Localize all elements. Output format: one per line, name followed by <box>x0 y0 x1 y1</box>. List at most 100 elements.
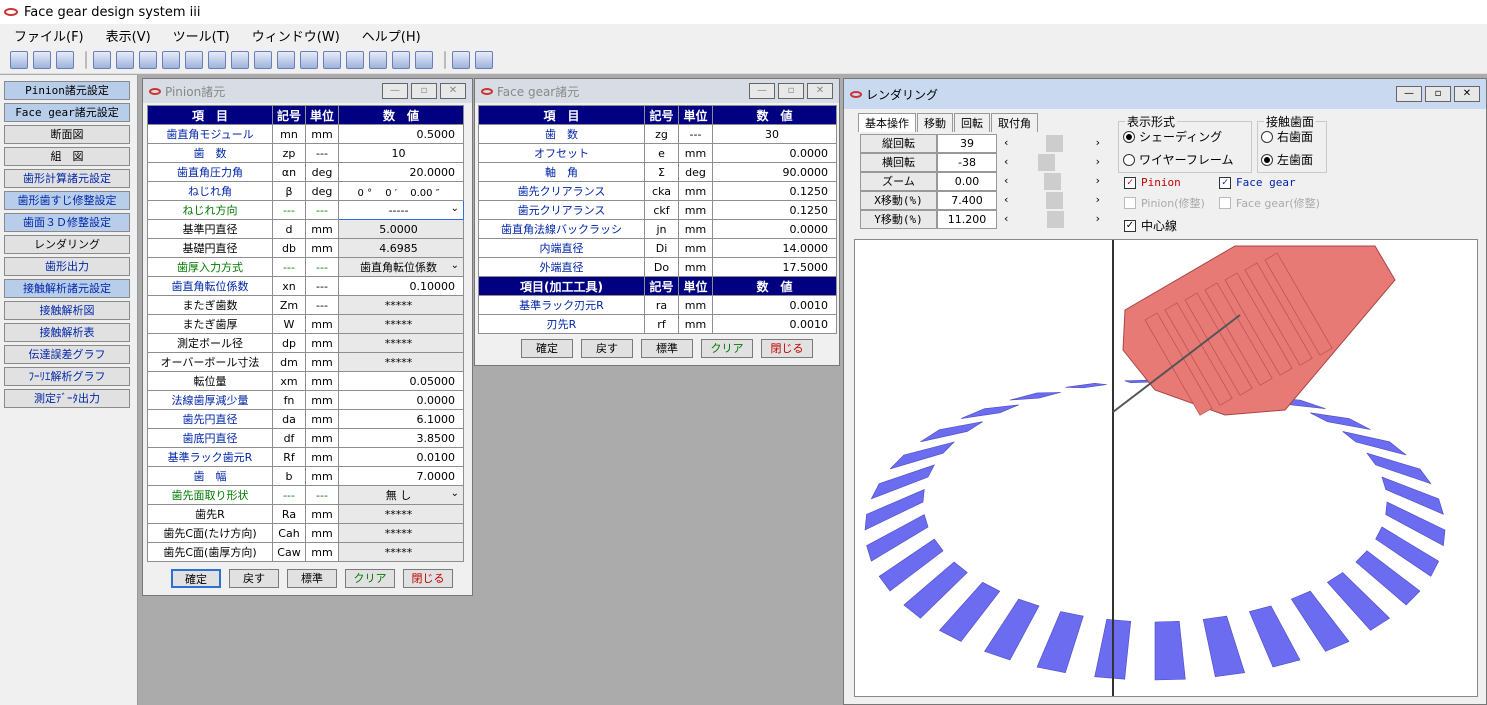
slider-thumb[interactable] <box>1047 211 1064 228</box>
tab-basic[interactable]: 基本操作 <box>858 113 916 132</box>
facegear-teeth-input[interactable]: 30 <box>712 124 837 144</box>
offset-input[interactable]: 0.0000 <box>712 143 837 163</box>
outer-diameter-input[interactable]: 17.5000 <box>712 257 837 277</box>
maximize-icon[interactable]: ▫ <box>778 83 804 99</box>
confirm-button[interactable]: 確定 <box>171 569 221 588</box>
open-folder-icon[interactable] <box>33 50 51 69</box>
menu-help[interactable]: ヘルプ(H) <box>362 26 421 45</box>
render-icon[interactable] <box>254 50 272 69</box>
contact-map-icon[interactable] <box>323 50 341 69</box>
rack-root-radius-input[interactable]: 0.0100 <box>338 447 464 467</box>
left-face-radio[interactable] <box>1261 153 1273 166</box>
zoom-input[interactable]: 0.00 <box>937 172 997 191</box>
close-button[interactable]: 閉じる <box>403 569 453 588</box>
standard-button[interactable]: 標準 <box>641 339 693 358</box>
x-move-slider[interactable]: ‹ › <box>1000 192 1104 209</box>
tab-mount-angle[interactable]: 取付角 <box>991 113 1038 132</box>
shift-coefficient-input[interactable]: 0.10000 <box>338 276 464 296</box>
shaft-angle-input[interactable]: 90.0000 <box>712 162 837 182</box>
sidebar-item-facegear-spec[interactable]: Face gear諸元設定 <box>4 103 130 122</box>
arrow-right-icon[interactable]: › <box>1096 193 1100 206</box>
shift-amount-input[interactable]: 0.05000 <box>338 371 464 391</box>
inner-diameter-input[interactable]: 14.0000 <box>712 238 837 258</box>
arrow-right-icon[interactable]: › <box>1096 212 1100 225</box>
assembly-view-icon[interactable] <box>162 50 180 69</box>
revert-button[interactable]: 戻す <box>581 339 633 358</box>
sidebar-item-render[interactable]: レンダリング <box>4 235 130 254</box>
sidebar-item-section[interactable]: 断面図 <box>4 125 130 144</box>
arrow-left-icon[interactable]: ‹ <box>1004 155 1008 168</box>
chamfer-shape-select[interactable]: 無 し ⌄ <box>338 485 464 505</box>
pressure-angle-input[interactable]: 20.0000 <box>338 162 464 182</box>
horizontal-rotation-slider[interactable]: ‹ › <box>1000 154 1104 171</box>
arrow-left-icon[interactable]: ‹ <box>1004 136 1008 149</box>
vertical-rotation-input[interactable]: 39 <box>937 134 997 153</box>
wireframe-radio[interactable] <box>1123 153 1135 166</box>
pinion-checkbox[interactable]: ✓ <box>1124 176 1136 189</box>
pinion-mod-checkbox[interactable] <box>1124 197 1136 209</box>
sidebar-item-assembly[interactable]: 組 図 <box>4 147 130 166</box>
clear-button[interactable]: クリア <box>701 339 753 358</box>
left-face-option[interactable]: 左歯面 <box>1261 151 1313 168</box>
sidebar-item-tooth-modify[interactable]: 歯形歯すじ修整設定 <box>4 191 130 210</box>
close-icon[interactable]: ✕ <box>807 83 833 99</box>
contact-settings-icon[interactable] <box>300 50 318 69</box>
confirm-button[interactable]: 確定 <box>521 339 573 358</box>
wireframe-option[interactable]: ワイヤーフレーム <box>1123 151 1234 168</box>
facegear-mod-checkbox-row[interactable]: Face gear(修整) <box>1219 195 1320 211</box>
root-clearance-input[interactable]: 0.1250 <box>712 200 837 220</box>
fourier-graph-icon[interactable] <box>392 50 410 69</box>
clear-button[interactable]: クリア <box>345 569 395 588</box>
section-view-icon[interactable] <box>139 50 157 69</box>
shading-radio[interactable] <box>1123 130 1135 143</box>
teeth-input[interactable]: 10 <box>338 143 464 163</box>
sidebar-item-contact-settings[interactable]: 接触解析諸元設定 <box>4 279 130 298</box>
shading-option[interactable]: シェーディング <box>1123 128 1222 145</box>
tool-rack-root-radius-input[interactable]: 0.0010 <box>712 295 837 315</box>
maximize-icon[interactable]: ▫ <box>411 83 437 99</box>
arrow-right-icon[interactable]: › <box>1096 136 1100 149</box>
close-button[interactable]: 閉じる <box>761 339 813 358</box>
right-face-radio[interactable] <box>1261 130 1273 143</box>
sidebar-item-contact-table[interactable]: 接触解析表 <box>4 323 130 342</box>
error-graph-icon[interactable] <box>369 50 387 69</box>
sidebar-item-contact-map[interactable]: 接触解析図 <box>4 301 130 320</box>
surface-3d-icon[interactable] <box>231 50 249 69</box>
helix-angle-input[interactable]: 0 ° 0 ′ 0.00 ″ <box>338 181 464 201</box>
slider-thumb[interactable] <box>1046 192 1063 209</box>
sidebar-item-measure-output[interactable]: 測定ﾃﾞｰﾀ出力 <box>4 389 130 408</box>
helix-direction-select[interactable]: ----- ⌄ <box>338 200 464 220</box>
horizontal-rotation-input[interactable]: -38 <box>937 153 997 172</box>
arrow-left-icon[interactable]: ‹ <box>1004 212 1008 225</box>
sidebar-item-surface-3d[interactable]: 歯面３Ｄ修整設定 <box>4 213 130 232</box>
menu-file[interactable]: ファイル(F) <box>14 26 84 45</box>
menu-view[interactable]: 表示(V) <box>106 26 151 45</box>
contact-table-icon[interactable] <box>346 50 364 69</box>
close-icon[interactable]: ✕ <box>1454 86 1480 102</box>
pinion-mod-checkbox-row[interactable]: Pinion(修整) <box>1124 195 1205 211</box>
print-icon[interactable] <box>452 50 470 69</box>
vertical-rotation-slider[interactable]: ‹ › <box>1000 135 1104 152</box>
thickness-method-select[interactable]: 歯直角転位係数 ⌄ <box>338 257 464 277</box>
facegear-mod-checkbox[interactable] <box>1219 197 1231 209</box>
tip-diameter-input[interactable]: 6.1000 <box>338 409 464 429</box>
minimize-icon[interactable]: — <box>1396 86 1422 102</box>
slider-thumb[interactable] <box>1044 173 1061 190</box>
arrow-left-icon[interactable]: ‹ <box>1004 193 1008 206</box>
tab-move[interactable]: 移動 <box>917 113 953 132</box>
output-icon[interactable] <box>277 50 295 69</box>
pinion-checkbox-row[interactable]: ✓ Pinion <box>1124 176 1181 189</box>
sidebar-item-fourier-graph[interactable]: ﾌｰﾘｴ解析グラフ <box>4 367 130 386</box>
arrow-right-icon[interactable]: › <box>1096 174 1100 187</box>
tooth-modify-icon[interactable] <box>208 50 226 69</box>
y-move-slider[interactable]: ‹ › <box>1000 211 1104 228</box>
tab-rotate[interactable]: 回転 <box>954 113 990 132</box>
root-diameter-input[interactable]: 3.8500 <box>338 428 464 448</box>
face-width-input[interactable]: 7.0000 <box>338 466 464 486</box>
tool-tip-radius-input[interactable]: 0.0010 <box>712 314 837 334</box>
thickness-reduction-input[interactable]: 0.0000 <box>338 390 464 410</box>
tooth-calc-icon[interactable] <box>185 50 203 69</box>
centerline-checkbox[interactable]: ✓ <box>1124 219 1136 232</box>
menu-tools[interactable]: ツール(T) <box>173 26 230 45</box>
close-icon[interactable]: ✕ <box>440 83 466 99</box>
